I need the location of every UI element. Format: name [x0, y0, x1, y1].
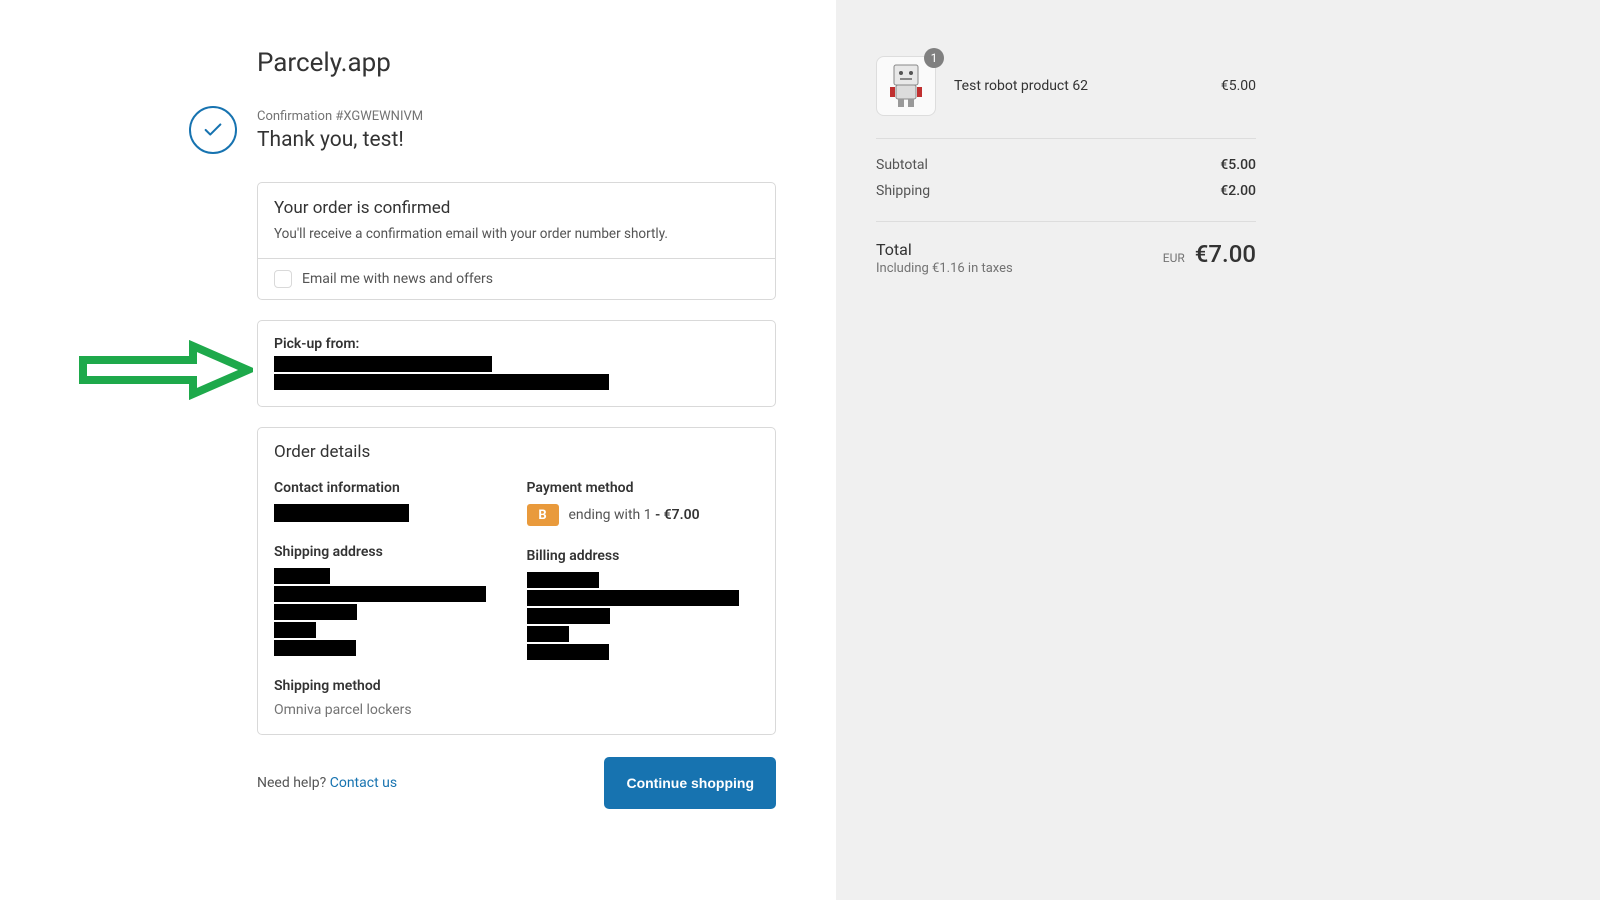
main-panel: Parcely.app Confirmation #XGWEWNIVM Than… [0, 0, 836, 900]
shipping-method-title: Shipping method [274, 678, 507, 694]
redacted-text [274, 586, 486, 602]
currency-code: EUR [1163, 251, 1185, 265]
robot-icon [886, 63, 926, 109]
redacted-text [274, 604, 357, 620]
shipping-label: Shipping [876, 183, 930, 199]
redacted-text [274, 374, 609, 390]
shipping-method-value: Omniva parcel lockers [274, 702, 507, 718]
store-name: Parcely.app [257, 48, 776, 78]
redacted-text [527, 572, 599, 588]
tax-note: Including €1.16 in taxes [876, 261, 1013, 276]
order-summary-panel: 1 Test robot product 62 €5.00 Subtotal €… [836, 0, 1600, 900]
redacted-text [527, 590, 739, 606]
footer-row: Need help? Contact us Continue shopping [257, 757, 776, 809]
confirmation-number: Confirmation #XGWEWNIVM [257, 109, 423, 124]
confirmed-subtitle: You'll receive a confirmation email with… [274, 226, 759, 242]
newsletter-label: Email me with news and offers [302, 271, 493, 287]
line-item-price: €5.00 [1221, 78, 1256, 94]
contact-us-link[interactable]: Contact us [330, 775, 397, 791]
order-confirmed-card: Your order is confirmed You'll receive a… [257, 182, 776, 300]
shipping-value: €2.00 [1220, 183, 1256, 199]
subtotal-label: Subtotal [876, 157, 928, 173]
total-label: Total [876, 240, 1013, 259]
contact-info-title: Contact information [274, 480, 507, 496]
payment-ending-text: ending with 1 [569, 507, 652, 523]
order-details-card: Order details Contact information Shippi… [257, 427, 776, 735]
continue-shopping-button[interactable]: Continue shopping [604, 757, 776, 809]
redacted-text [527, 608, 610, 624]
divider [876, 221, 1256, 222]
thank-you-message: Thank you, test! [257, 128, 423, 152]
payment-badge-icon: B [527, 504, 559, 526]
product-thumbnail: 1 [876, 56, 936, 116]
pickup-from-label: Pick-up from: [274, 336, 759, 352]
annotation-arrow-icon [78, 340, 253, 400]
confirmed-title: Your order is confirmed [274, 198, 759, 218]
redacted-text [274, 504, 409, 522]
newsletter-checkbox[interactable] [274, 270, 292, 288]
line-item: 1 Test robot product 62 €5.00 [876, 56, 1256, 116]
need-help-label: Need help? [257, 775, 326, 791]
checkmark-icon [189, 106, 237, 154]
total-amount: €7.00 [1195, 240, 1256, 268]
subtotal-value: €5.00 [1220, 157, 1256, 173]
redacted-text [274, 356, 492, 372]
redacted-text [274, 568, 330, 584]
quantity-badge: 1 [924, 48, 944, 68]
payment-amount: - €7.00 [655, 507, 700, 523]
redacted-text [274, 622, 316, 638]
redacted-text [527, 626, 569, 642]
divider [876, 138, 1256, 139]
redacted-text [274, 640, 356, 656]
confirmation-header: Confirmation #XGWEWNIVM Thank you, test! [189, 106, 776, 154]
pickup-card: Pick-up from: [257, 320, 776, 407]
billing-address-title: Billing address [527, 548, 760, 564]
order-details-title: Order details [274, 442, 759, 462]
line-item-name: Test robot product 62 [954, 78, 1203, 94]
redacted-text [527, 644, 609, 660]
payment-method-title: Payment method [527, 480, 760, 496]
shipping-address-title: Shipping address [274, 544, 507, 560]
